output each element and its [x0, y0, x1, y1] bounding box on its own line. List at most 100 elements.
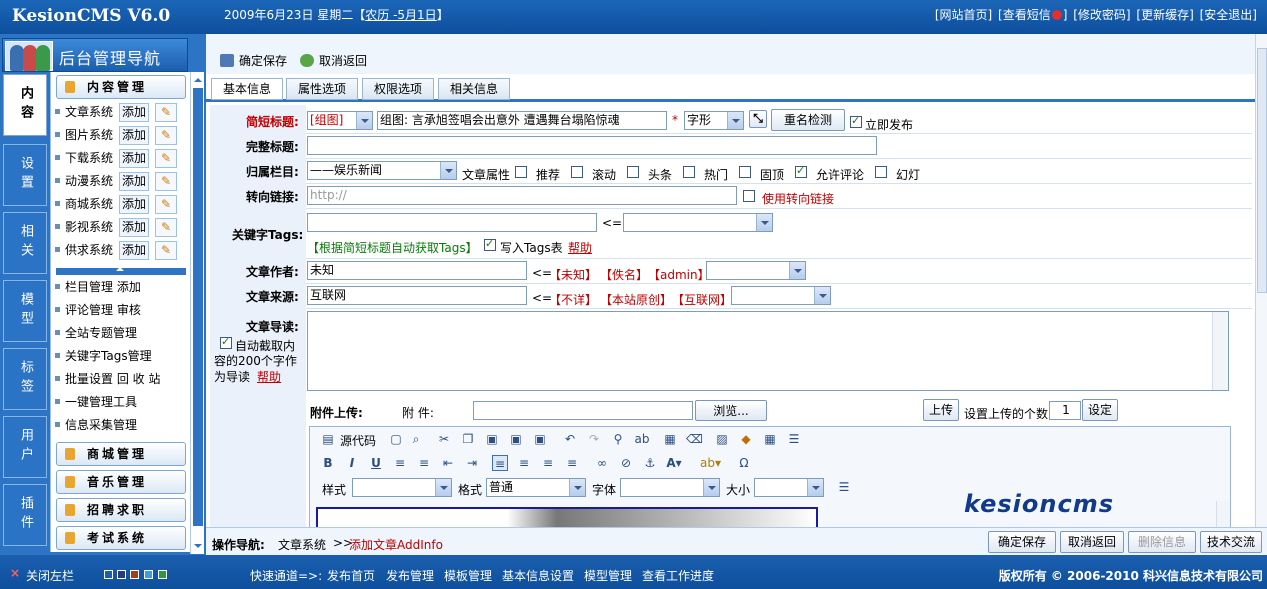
unordered-list-icon[interactable]: ≡ [416, 455, 432, 471]
sidebar-scrollbar[interactable] [190, 72, 204, 554]
vtab-related[interactable]: 相关 [3, 212, 47, 274]
upload-count-input[interactable]: 1 [1049, 401, 1081, 420]
font-style-select[interactable]: 字形 [684, 111, 744, 130]
source-internet-option[interactable]: 【互联网】 [672, 291, 732, 308]
change-password-link[interactable]: [修改密码] [1073, 8, 1130, 22]
attr-top-checkbox[interactable] [739, 166, 751, 178]
theme-swatch-blue[interactable] [104, 570, 113, 579]
nav-link-topic[interactable]: 全站专题管理 [55, 323, 137, 343]
lunar-date-link[interactable]: 农历 -5月1日 [365, 8, 436, 22]
close-sidebar-link[interactable]: 关闭左栏 [26, 567, 74, 584]
redo-icon[interactable]: ↷ [586, 431, 602, 447]
attr-scroll-checkbox[interactable] [571, 166, 583, 178]
auto-tags-link[interactable]: 【根据简短标题自动获取Tags】 [307, 239, 478, 256]
source-unknown-option[interactable]: 【不详】 [549, 291, 597, 308]
text-color-icon[interactable]: A▾ [666, 455, 682, 471]
add-anime-button[interactable]: 添加 [119, 172, 149, 191]
add-supply-button[interactable]: 添加 [119, 241, 149, 260]
quick-publish-manage[interactable]: 发布管理 [386, 567, 434, 584]
edit-pencil-icon[interactable]: ✎ [155, 172, 177, 191]
tags-select[interactable] [623, 213, 773, 232]
footer-delete-button[interactable]: 删除信息 [1128, 531, 1196, 553]
upload-button[interactable]: 上传 [923, 399, 959, 421]
messages-link[interactable]: [查看短信 [998, 8, 1051, 22]
column-select[interactable]: ——娱乐新闻 [307, 161, 457, 180]
theme-swatch-brown[interactable] [130, 570, 139, 579]
edit-pencil-icon[interactable]: ✎ [155, 195, 177, 214]
group-music-manage[interactable]: 音乐管理 [56, 470, 186, 494]
system-row-video[interactable]: 影视系统 [55, 217, 113, 237]
attr-recommend-checkbox[interactable] [515, 166, 527, 178]
paste-icon[interactable]: ▣ [484, 431, 500, 447]
quick-basic-settings[interactable]: 基本信息设置 [502, 567, 574, 584]
special-char-icon[interactable]: Ω [736, 455, 752, 471]
outdent-icon[interactable]: ⇤ [440, 455, 456, 471]
bold-icon[interactable]: B [320, 455, 336, 471]
table-icon[interactable]: ▦ [762, 431, 778, 447]
author-anonymous-option[interactable]: 【佚名】 [600, 266, 648, 283]
attr-slide-checkbox[interactable] [875, 166, 887, 178]
source-code-icon[interactable]: ▤ [320, 431, 336, 447]
auto-intro-checkbox[interactable] [220, 335, 232, 349]
quick-model-manage[interactable]: 模型管理 [584, 567, 632, 584]
ordered-list-icon[interactable]: ≡ [392, 455, 408, 471]
find-icon[interactable]: ⚲ [610, 431, 626, 447]
align-center-icon[interactable]: ≡ [516, 455, 532, 471]
tab-basic-info[interactable]: 基本信息 [211, 78, 283, 100]
add-article-button[interactable]: 添加 [119, 103, 149, 122]
publish-now-checkbox[interactable] [850, 114, 862, 128]
title-type-select[interactable]: [组图] [307, 111, 373, 130]
system-row-picture[interactable]: 图片系统 [55, 125, 113, 145]
paste-word-icon[interactable]: ▣ [532, 431, 548, 447]
size-select[interactable] [754, 478, 824, 497]
preview-icon[interactable]: ⌕ [408, 431, 424, 447]
collapse-divider[interactable] [56, 267, 186, 275]
source-code-button[interactable]: 源代码 [340, 432, 376, 449]
footer-cancel-button[interactable]: 取消返回 [1060, 531, 1124, 553]
intro-scrollbar[interactable] [1212, 312, 1228, 390]
nav-link-tags[interactable]: 关键字Tags管理 [55, 346, 152, 366]
add-video-button[interactable]: 添加 [119, 218, 149, 237]
footer-tech-button[interactable]: 技术交流 [1200, 531, 1262, 553]
format-select[interactable]: 普通 [486, 478, 586, 497]
toolbar-collapse-icon[interactable]: ☰ [836, 479, 852, 495]
home-link[interactable]: [网站首页] [935, 8, 992, 22]
main-scrollbar[interactable] [1255, 34, 1267, 527]
use-redirect-checkbox[interactable] [743, 190, 755, 202]
author-select[interactable] [706, 261, 806, 280]
edit-pencil-icon[interactable]: ✎ [155, 126, 177, 145]
nav-link-column[interactable]: 栏目管理 添加 [55, 277, 141, 297]
vtab-model[interactable]: 模型 [3, 280, 47, 342]
footer-save-button[interactable]: 确定保存 [988, 531, 1056, 553]
tags-help-link[interactable]: 帮助 [568, 239, 592, 256]
source-input[interactable]: 互联网 [307, 286, 527, 305]
theme-swatch-sky[interactable] [144, 570, 153, 579]
vtab-tags[interactable]: 标签 [3, 348, 47, 410]
unlink-icon[interactable]: ⊘ [618, 455, 634, 471]
group-shop-manage[interactable]: 商城管理 [56, 442, 186, 466]
source-select[interactable] [731, 286, 831, 305]
nav-link-batch[interactable]: 批量设置 回 收 站 [55, 369, 160, 389]
new-page-icon[interactable]: ▢ [388, 431, 404, 447]
edit-pencil-icon[interactable]: ✎ [155, 103, 177, 122]
align-left-icon[interactable]: ≡ [492, 455, 508, 471]
add-picture-button[interactable]: 添加 [119, 126, 149, 145]
horizontal-rule-icon[interactable]: ☰ [786, 431, 802, 447]
attr-allow-comment-checkbox[interactable] [795, 164, 807, 178]
anchor-icon[interactable]: ⚓ [642, 455, 658, 471]
write-tags-checkbox[interactable] [484, 237, 496, 251]
quick-publish-home[interactable]: 发布首页 [327, 567, 375, 584]
intro-help-link[interactable]: 帮助 [257, 368, 281, 385]
group-content-manage[interactable]: 内容管理 [56, 75, 186, 99]
image-icon[interactable]: ▨ [714, 431, 730, 447]
vtab-plugins[interactable]: 插件 [3, 484, 47, 546]
color-picker-button[interactable]: ⤡ [749, 110, 767, 128]
tab-related[interactable]: 相关信息 [438, 78, 510, 100]
author-unknown-option[interactable]: 【未知】 [549, 266, 597, 283]
theme-swatch-green[interactable] [158, 570, 167, 579]
attr-headline-checkbox[interactable] [627, 166, 639, 178]
paste-text-icon[interactable]: ▣ [508, 431, 524, 447]
cut-icon[interactable]: ✂ [436, 431, 452, 447]
group-exam[interactable]: 考试系统 [56, 526, 186, 550]
duplicate-check-button[interactable]: 重名检测 [771, 109, 845, 131]
